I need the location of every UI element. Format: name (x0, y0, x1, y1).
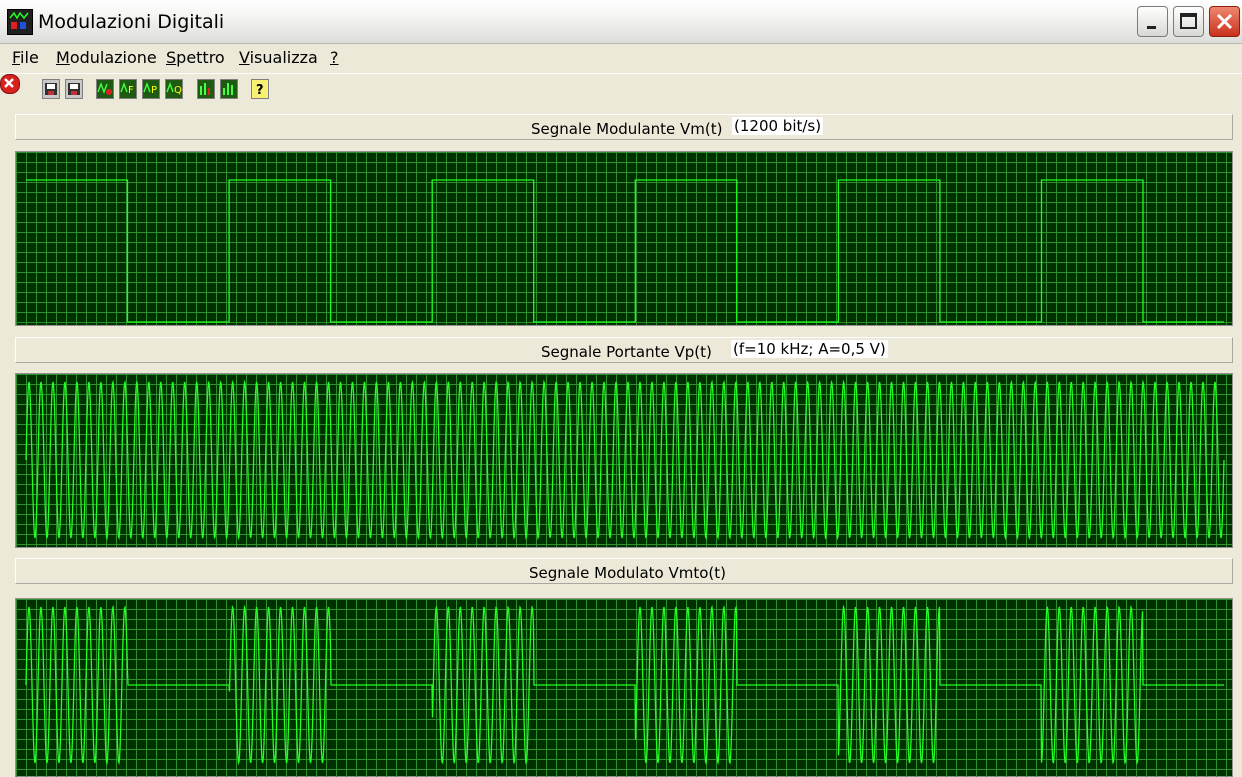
modulante-bitrate: (1200 bit/s) (732, 117, 824, 135)
menu-help[interactable]: ? (330, 48, 339, 67)
modulation-ask-icon[interactable] (96, 79, 114, 99)
window-title: Modulazioni Digitali (38, 11, 225, 33)
modulato-scope (15, 598, 1233, 777)
portante-header: Segnale Portante Vp(t) (f=10 kHz; A=0,5 … (15, 337, 1233, 363)
menu-bar: File Modulazione Spettro Visualizza ? (0, 44, 1242, 71)
modulation-psk-icon[interactable]: P (142, 79, 160, 99)
menu-visualizza[interactable]: Visualizza (239, 48, 318, 67)
portante-params: (f=10 kHz; A=0,5 V) (731, 340, 888, 358)
app-icon (7, 9, 33, 35)
svg-text:F: F (128, 85, 134, 96)
menu-file[interactable]: File (12, 48, 39, 67)
spectrum-v-icon[interactable] (220, 79, 238, 99)
modulante-trace (26, 179, 1224, 323)
close-button[interactable] (1209, 6, 1240, 37)
menu-modulazione[interactable]: Modulazione (56, 48, 157, 67)
portante-plot (16, 374, 1232, 547)
modulato-header: Segnale Modulato Vmto(t) (15, 558, 1233, 584)
help-icon[interactable]: ? (251, 79, 269, 99)
modulation-qam-icon[interactable]: Q (165, 79, 183, 99)
exit-icon[interactable] (0, 74, 20, 94)
title-bar: Modulazioni Digitali (0, 0, 1242, 44)
save-icon[interactable] (42, 79, 60, 99)
menu-spettro[interactable]: Spettro (166, 48, 225, 67)
modulante-scope (15, 151, 1233, 326)
modulante-header: Segnale Modulante Vm(t) (1200 bit/s) (15, 114, 1233, 140)
scope-grid (16, 599, 1232, 777)
maximize-button[interactable] (1173, 6, 1204, 37)
svg-text:P: P (151, 85, 157, 96)
minimize-button[interactable] (1137, 6, 1168, 37)
save-as-icon[interactable] (65, 79, 83, 99)
portante-scope (15, 373, 1233, 548)
svg-text:Q: Q (174, 85, 182, 96)
spectrum-m-icon[interactable] (197, 79, 215, 99)
modulante-plot (16, 152, 1232, 325)
toolbar: F P Q ? (0, 73, 1242, 104)
modulante-title: Segnale Modulante Vm(t) (531, 120, 723, 138)
svg-text:?: ? (256, 83, 264, 98)
menu-file-rest: ile (20, 48, 39, 67)
scope-grid (16, 152, 1232, 325)
modulato-plot (16, 599, 1232, 777)
modulation-fsk-icon[interactable]: F (119, 79, 137, 99)
portante-title: Segnale Portante Vp(t) (541, 343, 712, 361)
modulato-title: Segnale Modulato Vmto(t) (529, 564, 726, 582)
